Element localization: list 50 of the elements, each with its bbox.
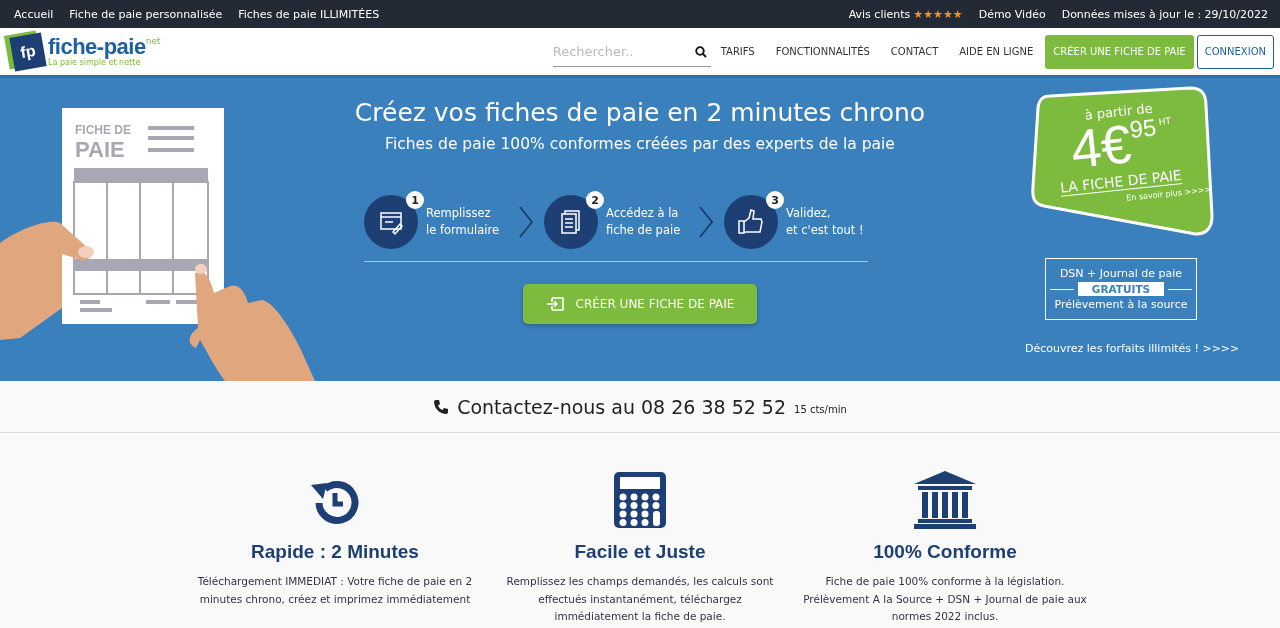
step-number: 2: [586, 191, 604, 209]
calculator-icon: [613, 471, 667, 529]
form-icon: [380, 212, 404, 236]
free-offer-text: Prélèvement à la source: [1054, 298, 1188, 311]
nav-link[interactable]: AIDE EN LIGNE: [959, 46, 1034, 57]
chevron-icon: [518, 206, 534, 238]
rating-stars: ★★★★★: [913, 8, 963, 20]
feature-title: Facile et Juste: [574, 541, 706, 563]
feature-description: Fiche de paie 100% conforme à la législation. Prélèvement A la Source + DSN + Journal de paie aux normes 2022 inclus.: [802, 574, 1088, 624]
payslip-title: FICHE DE: [75, 123, 131, 137]
search-field[interactable]: Rechercher..: [552, 36, 711, 67]
phone-icon: [433, 398, 450, 415]
top-nav-link[interactable]: Accueil: [14, 7, 54, 21]
document-icon: [561, 210, 580, 234]
hero-title: Créez vos fiches de paie en 2 minutes chrono: [354, 98, 926, 127]
search-icon[interactable]: [694, 45, 707, 58]
thumbs-up-icon: [738, 209, 763, 234]
enter-icon: [545, 297, 564, 311]
feature-title: Rapide : 2 Minutes: [251, 541, 419, 563]
free-label: GRATUITS: [1077, 282, 1165, 296]
logo-suffix: net: [145, 36, 161, 46]
nav-link[interactable]: TARIFS: [720, 46, 755, 57]
step-text: Remplissez le formulaire: [426, 205, 500, 239]
update-date-text: Données mises à jour le : 29/10/2022: [1061, 7, 1268, 21]
tax-label: HT: [1158, 115, 1172, 127]
login-button[interactable]: CONNEXION: [1196, 34, 1274, 69]
feature-description: Remplissez les champs demandés, les calculs sont effectués instantanément, téléchargez immédiatement la fiche de paie.: [505, 574, 775, 624]
hero-subtitle: Fiches de paie 100% conformes créées par des experts de la paie: [385, 135, 895, 153]
step-text: Accédez à la fiche de paie: [606, 205, 682, 239]
unlimited-plans-link[interactable]: Découvrez les forfaits illimités ! >>>>: [1025, 342, 1240, 355]
step-number: 1: [406, 191, 424, 209]
video-demo-link[interactable]: Démo Vidéo: [978, 7, 1046, 21]
feature-title: 100% Conforme: [873, 541, 1017, 563]
bank-building-icon: [914, 471, 976, 529]
feature-description: Téléchargement IMMEDIAT : Votre fiche de paie en 2 minutes chrono, créez et imprimez immédiatement: [196, 574, 474, 607]
contact-text: Contactez-nous au 08 26 38 52 52: [457, 395, 787, 418]
price-badge[interactable]: [1030, 86, 1214, 238]
nav-link[interactable]: FONCTIONNALITÉS: [775, 46, 870, 57]
nav-link[interactable]: CONTACT: [890, 46, 939, 57]
step-number: 3: [766, 191, 784, 209]
top-nav-link[interactable]: Fiche de paie personnalisée: [69, 7, 223, 21]
chevron-icon: [698, 206, 714, 238]
step-text: Validez, et c'est tout !: [786, 205, 865, 239]
logo-name: fiche-paie: [48, 36, 146, 58]
top-nav-link[interactable]: Fiches de paie ILLIMITÉES: [238, 7, 380, 21]
reviews-link[interactable]: Avis clients: [848, 7, 911, 21]
call-rate: 15 cts/min: [794, 404, 847, 415]
logo-tagline: La paie simple et nette: [48, 58, 141, 67]
payslip-title: PAIE: [75, 137, 125, 162]
free-offer-text: DSN + Journal de paie: [1059, 267, 1183, 280]
